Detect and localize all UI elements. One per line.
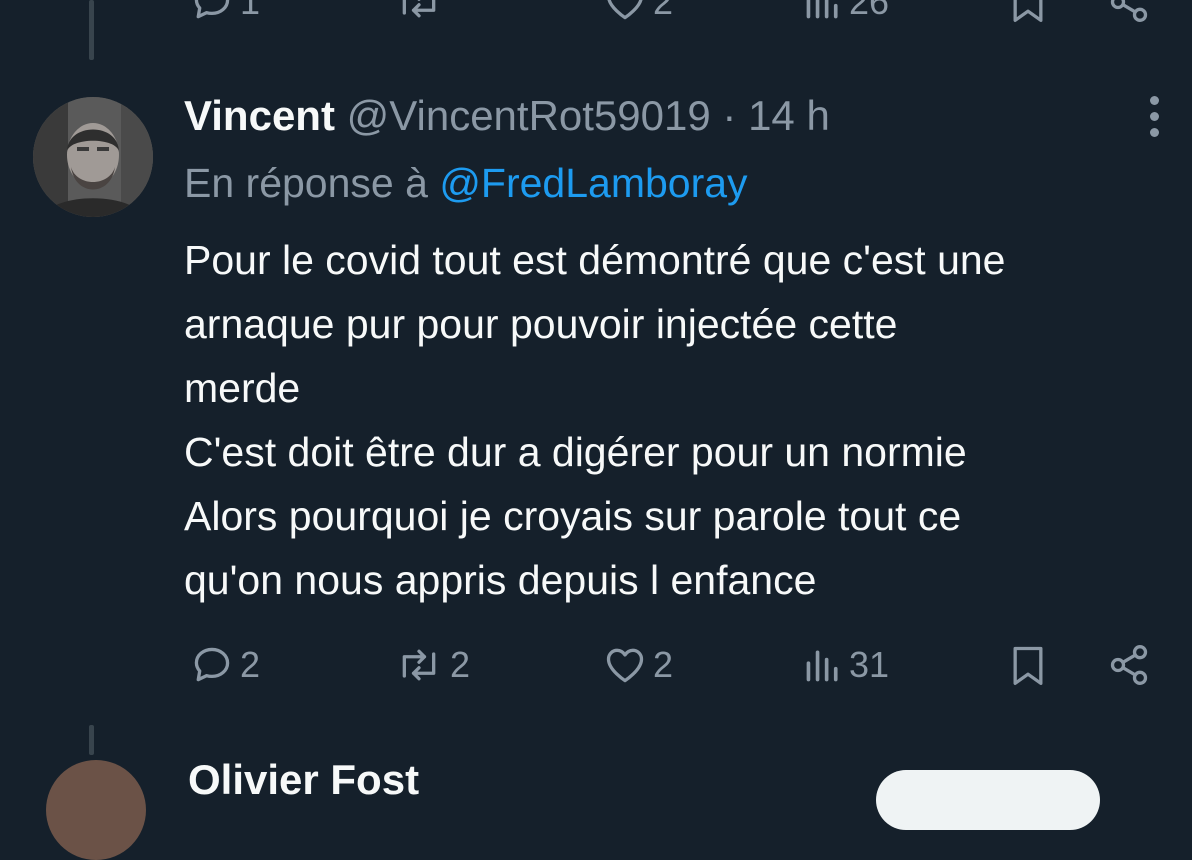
tweet-text: Pour le covid tout est démontré que c'es… bbox=[184, 228, 1184, 612]
share-icon bbox=[1110, 645, 1148, 685]
prev-retweet-button[interactable] bbox=[394, 0, 444, 24]
like-button[interactable]: 2 bbox=[603, 643, 673, 687]
prev-reply-button[interactable]: 1 bbox=[190, 0, 260, 24]
views-button[interactable]: 31 bbox=[803, 643, 889, 687]
avatar[interactable] bbox=[33, 97, 153, 217]
retweet-count: 2 bbox=[450, 644, 471, 685]
tweet-timestamp[interactable]: 14 h bbox=[748, 92, 830, 139]
reply-icon bbox=[194, 0, 230, 19]
retweet-icon bbox=[402, 0, 436, 18]
tweet-text-line: Pour le covid tout est démontré que c'es… bbox=[184, 237, 1006, 283]
thread-line-bottom bbox=[89, 725, 94, 755]
views-icon bbox=[806, 650, 838, 682]
heart-icon bbox=[606, 648, 644, 683]
prev-views-button[interactable]: 26 bbox=[803, 0, 889, 24]
header-separator: · bbox=[722, 92, 737, 139]
tweet-text-line: arnaque pur pour pouvoir injectée cette bbox=[184, 301, 898, 347]
prev-reply-count: 1 bbox=[240, 0, 261, 22]
share-icon bbox=[1110, 0, 1148, 22]
reply-prefix: En réponse à bbox=[184, 160, 428, 206]
prev-share-button[interactable] bbox=[1107, 0, 1151, 24]
prev-bookmark-button[interactable] bbox=[1007, 0, 1049, 24]
user-handle[interactable]: @VincentRot59019 bbox=[347, 92, 711, 139]
views-icon bbox=[806, 0, 838, 19]
reply-count: 2 bbox=[240, 644, 261, 685]
reply-context: En réponse à @FredLamboray bbox=[184, 160, 748, 207]
bookmark-icon bbox=[1013, 646, 1043, 685]
more-icon bbox=[1150, 96, 1164, 137]
retweet-icon bbox=[402, 649, 436, 681]
user-name[interactable]: Vincent bbox=[184, 92, 335, 139]
thread-line-top bbox=[89, 0, 94, 60]
retweet-button[interactable]: 2 bbox=[394, 643, 470, 687]
reply-icon bbox=[194, 647, 230, 682]
tweet-text-line: merde bbox=[184, 365, 301, 411]
prev-like-count: 2 bbox=[653, 0, 674, 22]
tweet-text-line: Alors pourquoi je croyais sur parole tou… bbox=[184, 493, 962, 539]
views-count: 31 bbox=[849, 644, 890, 685]
share-button[interactable] bbox=[1107, 643, 1151, 687]
prev-views-count: 26 bbox=[849, 0, 890, 22]
tweet-text-line: qu'on nous appris depuis l enfance bbox=[184, 557, 817, 603]
avatar-photo bbox=[33, 97, 153, 217]
reply-mention-link[interactable]: @FredLamboray bbox=[439, 160, 747, 206]
prev-like-button[interactable]: 2 bbox=[603, 0, 673, 24]
heart-icon bbox=[607, 0, 643, 20]
bookmark-button[interactable] bbox=[1007, 643, 1049, 687]
like-count: 2 bbox=[653, 644, 674, 685]
tweet-text-line: C'est doit être dur a digérer pour un no… bbox=[184, 429, 967, 475]
more-options-button[interactable] bbox=[1150, 96, 1164, 144]
reply-button[interactable]: 2 bbox=[190, 643, 260, 687]
bookmark-icon bbox=[1013, 0, 1043, 22]
tweet-header: Vincent @VincentRot59019 · 14 h bbox=[184, 92, 830, 140]
next-user-name[interactable]: Olivier Fost bbox=[188, 756, 419, 804]
next-avatar[interactable] bbox=[46, 760, 146, 860]
follow-button[interactable] bbox=[876, 770, 1100, 830]
